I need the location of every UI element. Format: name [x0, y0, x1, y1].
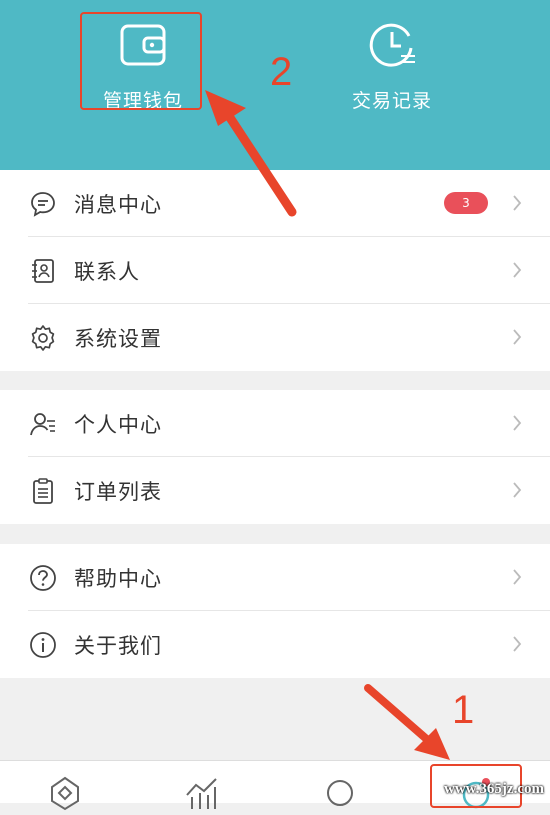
tab-home[interactable]	[45, 775, 85, 815]
question-icon	[28, 563, 58, 593]
menu-item-label: 关于我们	[74, 633, 162, 658]
menu-item-label: 帮助中心	[74, 566, 162, 591]
watermark-text: www.365jz.com	[444, 781, 544, 797]
chevron-right-icon	[513, 415, 522, 431]
menu-item-system-settings[interactable]: 系统设置	[0, 304, 550, 371]
contacts-icon	[28, 256, 58, 286]
annotation-number-2: 2	[270, 50, 293, 94]
menu-item-about-us[interactable]: 关于我们	[0, 611, 550, 678]
chevron-right-icon	[513, 262, 522, 278]
chevron-right-icon	[513, 636, 522, 652]
menu-item-label: 消息中心	[74, 192, 162, 217]
gear-icon	[28, 323, 58, 353]
clipboard-icon	[28, 476, 58, 506]
transaction-record-button[interactable]: 交易记录	[327, 18, 457, 118]
chevron-right-icon	[513, 329, 522, 345]
menu-group-2: 个人中心 订单列表	[0, 390, 550, 524]
tab-market[interactable]	[182, 775, 222, 815]
annotation-number-1: 1	[452, 688, 475, 732]
tab-discover[interactable]	[320, 775, 360, 815]
menu-item-order-list[interactable]: 订单列表	[0, 457, 550, 524]
chevron-right-icon	[513, 569, 522, 585]
chevron-right-icon	[513, 195, 522, 211]
menu-item-message-center[interactable]: 消息中心 3	[0, 170, 550, 237]
menu-item-label: 系统设置	[74, 326, 162, 351]
unread-count-badge: 3	[444, 192, 488, 214]
chart-tab-icon	[186, 778, 217, 809]
chevron-right-icon	[513, 482, 522, 498]
annotation-box-2	[80, 12, 202, 110]
menu-item-label: 订单列表	[74, 479, 162, 504]
menu-group-3: 帮助中心 关于我们	[0, 544, 550, 678]
message-bubble-icon	[28, 189, 58, 219]
info-icon	[28, 630, 58, 660]
menu-group-1: 消息中心 3 联系人 系统设置	[0, 170, 550, 371]
annotation-arrow-1	[364, 684, 450, 760]
clock-icon	[369, 23, 415, 67]
menu-item-label: 联系人	[74, 259, 140, 284]
menu-item-label: 个人中心	[74, 412, 162, 437]
menu-item-help-center[interactable]: 帮助中心	[0, 544, 550, 611]
circle-tab-icon	[327, 780, 353, 806]
transaction-record-label: 交易记录	[351, 90, 432, 112]
menu-item-contacts[interactable]: 联系人	[0, 237, 550, 304]
diamond-tab-icon	[51, 776, 79, 811]
person-icon	[28, 409, 58, 439]
menu-item-personal-center[interactable]: 个人中心	[0, 390, 550, 457]
